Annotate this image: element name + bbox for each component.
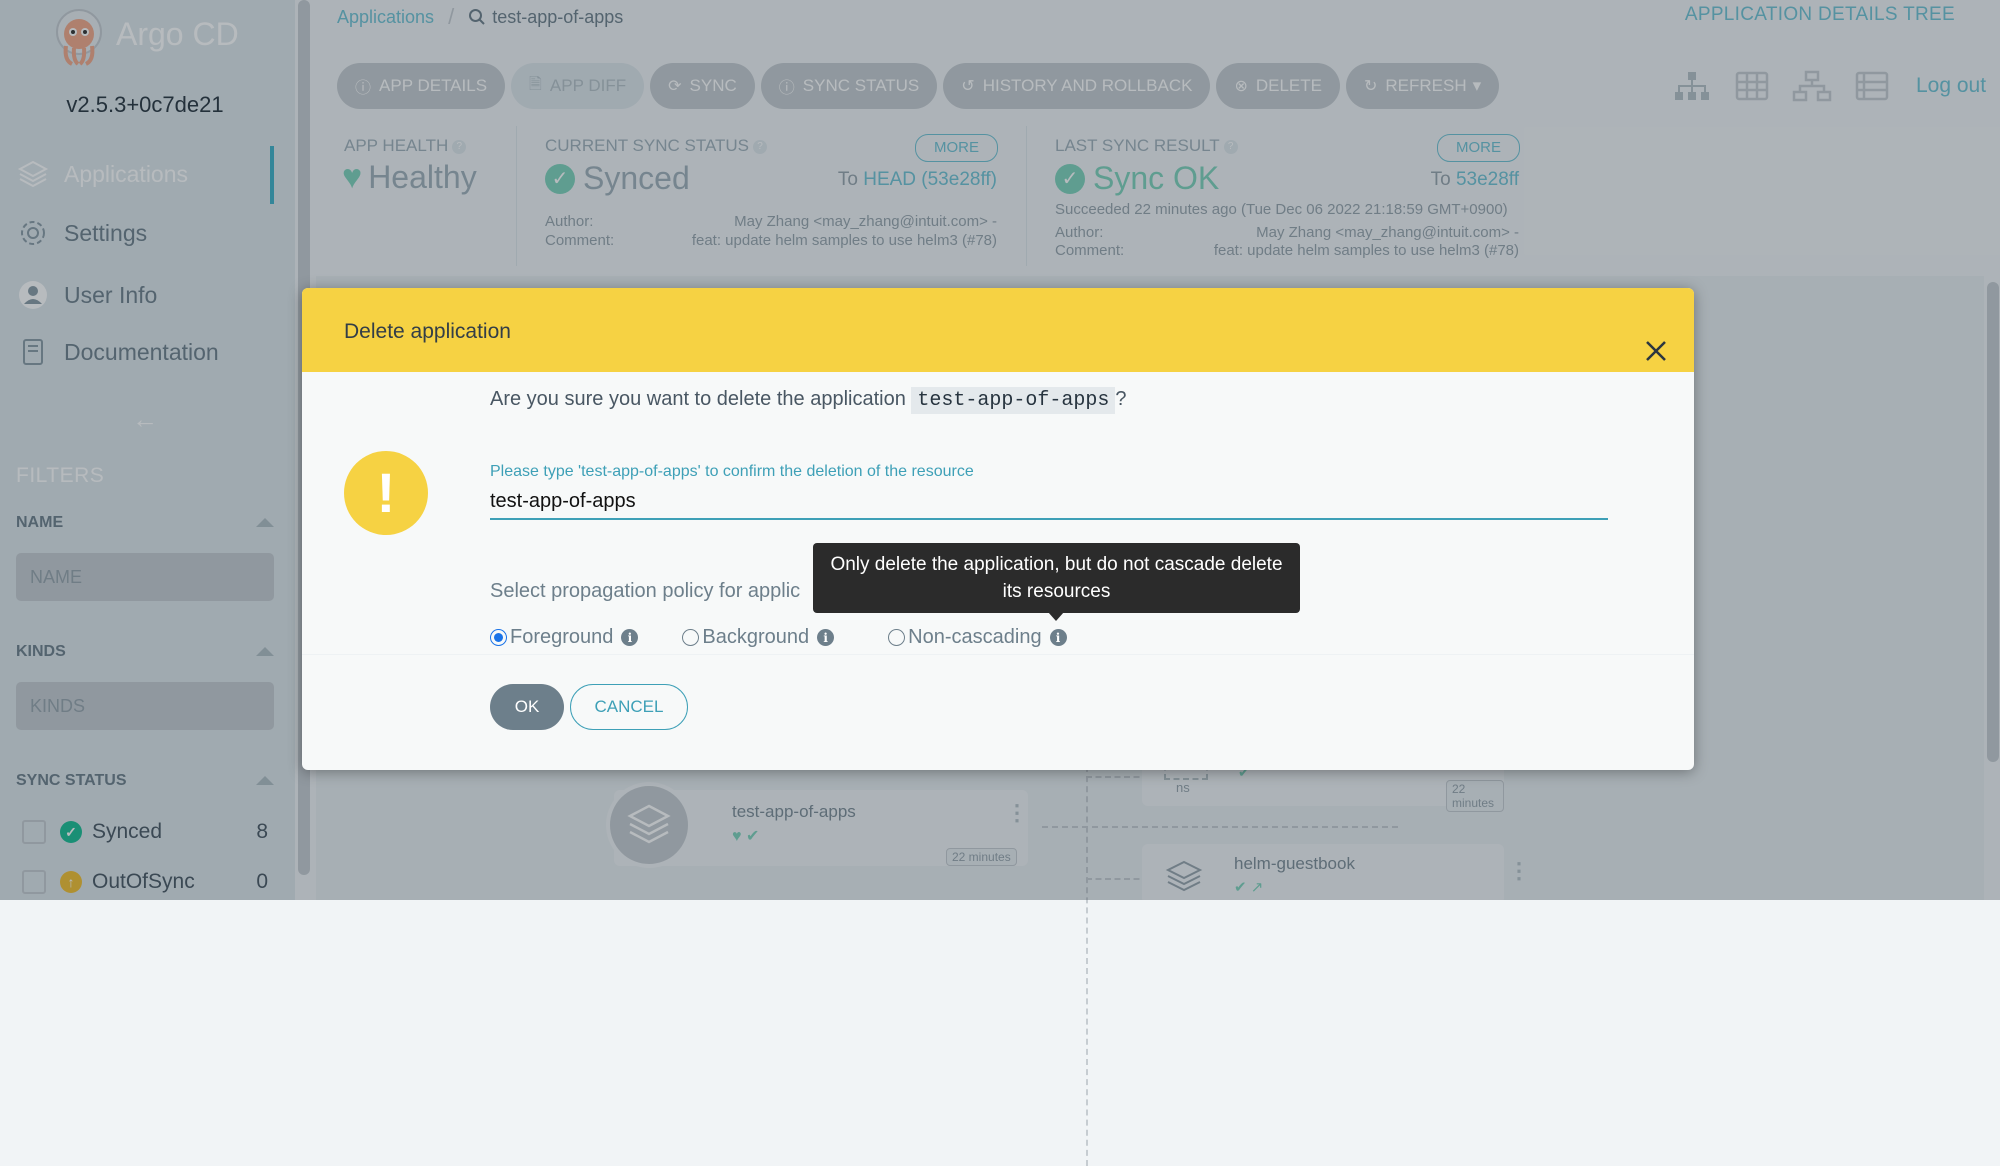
- confirm-label: Please type 'test-app-of-apps' to confir…: [490, 463, 974, 480]
- option-label: Non-cascading: [908, 626, 1042, 648]
- divider: [302, 654, 1694, 655]
- warning-icon: !: [344, 451, 428, 535]
- radio-non-cascading[interactable]: [888, 629, 906, 646]
- delete-question: Are you sure you want to delete the appl…: [490, 387, 1127, 414]
- option-background[interactable]: Background i: [682, 626, 835, 649]
- radio-foreground[interactable]: [490, 629, 507, 646]
- option-foreground[interactable]: Foreground i: [490, 626, 639, 649]
- option-non-cascading[interactable]: Non-cascading i: [888, 626, 1067, 649]
- tooltip-arrow: [1048, 612, 1064, 621]
- confirm-app-name-input[interactable]: [490, 484, 1608, 520]
- close-icon[interactable]: [1643, 338, 1669, 364]
- non-cascading-tooltip: Only delete the application, but do not …: [813, 543, 1300, 613]
- option-label: Background: [702, 626, 810, 648]
- dialog-title: Delete application: [344, 320, 511, 343]
- dialog-header: Delete application: [302, 288, 1694, 372]
- info-icon[interactable]: i: [817, 629, 835, 646]
- propagation-policy-label: Select propagation policy for applic: [490, 580, 801, 602]
- app-name-code: test-app-of-apps: [911, 387, 1116, 414]
- tooltip-line: its resources: [1002, 581, 1111, 602]
- delete-application-dialog: Delete application ! Are you sure you wa…: [302, 288, 1694, 770]
- info-icon[interactable]: i: [621, 629, 639, 646]
- ok-button[interactable]: OK: [490, 684, 564, 730]
- propagation-policy-options: Foreground i Background i Non-cascading …: [490, 626, 1067, 649]
- option-label: Foreground: [510, 626, 614, 648]
- radio-background[interactable]: [682, 629, 700, 646]
- tooltip-line: Only delete the application, but do not …: [830, 554, 1283, 575]
- cancel-button[interactable]: CANCEL: [570, 684, 688, 730]
- info-icon[interactable]: i: [1049, 629, 1067, 646]
